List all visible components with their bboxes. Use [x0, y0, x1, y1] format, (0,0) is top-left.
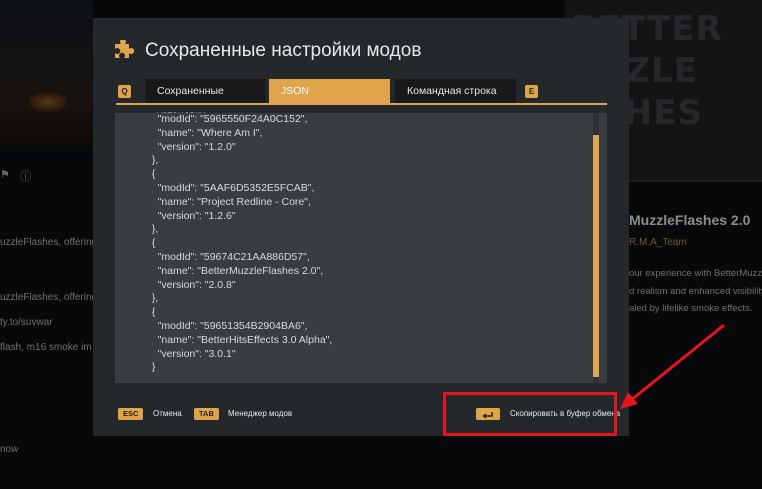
screen: ⚑ ⓘ uzzleFlashes, offering h uzzleFlashe…: [0, 0, 762, 489]
tab-command-line[interactable]: Командная строка: [395, 79, 516, 103]
dialog-header: Сохраненные настройки модов: [113, 38, 422, 62]
prev-tab-key-hint[interactable]: Q: [118, 85, 131, 98]
cancel-button[interactable]: Отмена: [153, 408, 182, 420]
esc-key-hint[interactable]: ESC: [118, 408, 144, 420]
next-tab-key-hint[interactable]: E: [525, 85, 538, 98]
tab-label: JSON: [281, 85, 310, 97]
puzzle-icon: [113, 38, 135, 62]
dialog-title: Сохраненные настройки модов: [145, 40, 422, 61]
mod-manager-button[interactable]: Менеджер модов: [228, 408, 292, 420]
json-content[interactable]: "modId": "5965550F24A0C152", "name": "Wh…: [146, 113, 332, 375]
highlight-box: [443, 392, 617, 436]
json-text-area[interactable]: "modId": "5965550F24A0C152", "name": "Wh…: [115, 113, 607, 383]
tab-key-hint[interactable]: TAB: [194, 408, 219, 420]
scrollbar-thumb[interactable]: [593, 135, 599, 377]
tab-label: Командная строка: [407, 85, 497, 97]
tab-json[interactable]: JSON: [269, 79, 390, 103]
saved-mod-settings-dialog: Сохраненные настройки модов Q Сохраненны…: [93, 18, 629, 436]
tab-saved-presets[interactable]: Сохраненные установки: [145, 79, 265, 121]
tab-bar: Q Сохраненные установки JSON Командная с…: [116, 79, 607, 121]
